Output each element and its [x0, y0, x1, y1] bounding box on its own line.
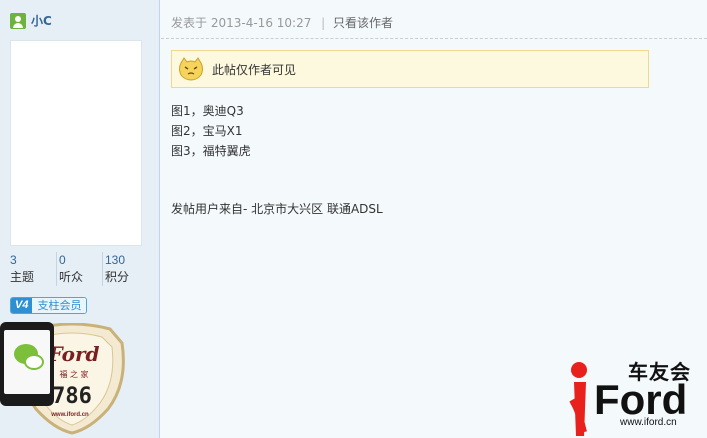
post-meta-prefix: 发表于: [171, 16, 208, 30]
medal-subtext: 福 之 家: [59, 369, 88, 379]
post-line: 图3，福特翼虎: [171, 144, 251, 158]
stat-listeners[interactable]: 0 听众: [56, 252, 102, 286]
post-line: 图2，宝马X1: [171, 124, 243, 138]
author-name-row[interactable]: 小C: [10, 12, 52, 29]
notice-text: 此帖仅作者可见: [212, 62, 297, 77]
post-meta: 发表于 2013-4-16 10:27 | 只看该作者: [171, 14, 393, 31]
wechat-phone-icon[interactable]: [0, 322, 54, 406]
stat-topics-value[interactable]: 3: [10, 252, 56, 268]
emoticon-face-icon: [179, 57, 203, 81]
author-stats: 3 主题 0 听众 130 积分: [10, 252, 150, 286]
stat-listeners-value[interactable]: 0: [59, 252, 102, 268]
post-date: 2013-4-16 10:27: [210, 16, 312, 30]
medal-number: 786: [52, 384, 92, 409]
post-divider: [161, 38, 707, 39]
stat-topics-label: 主题: [10, 270, 35, 284]
author-username[interactable]: 小C: [31, 12, 52, 29]
avatar[interactable]: [10, 40, 142, 246]
author-only-link[interactable]: 只看该作者: [333, 16, 393, 30]
stat-topics[interactable]: 3 主题: [10, 252, 56, 286]
meta-separator: |: [321, 16, 326, 30]
member-rank: 支柱会员: [32, 298, 87, 313]
author-sidebar: 小C 3 主题 0 听众 130 积分 V4 支柱会员 Ford 福 之 家 7…: [0, 0, 160, 438]
author-only-notice: 此帖仅作者可见: [171, 50, 649, 88]
medal-url: www.iford.cn: [50, 412, 89, 418]
post-line: 图1，奥迪Q3: [171, 104, 244, 118]
member-badge[interactable]: V4 支柱会员: [10, 297, 88, 314]
logo-url[interactable]: www.iford.cn: [620, 417, 677, 428]
stat-points-label: 积分: [105, 270, 130, 284]
medal-brand: Ford: [48, 342, 100, 366]
user-online-icon: [10, 12, 26, 29]
stat-points-value[interactable]: 130: [105, 252, 148, 268]
member-level: V4: [11, 298, 33, 313]
post-body: 图1，奥迪Q3 图2，宝马X1 图3，福特翼虎: [171, 101, 251, 161]
stat-listeners-label: 听众: [59, 270, 84, 284]
post-source: 发帖用户来自- 北京市大兴区 联通ADSL: [171, 202, 383, 216]
wechat-bubble-small-icon: [24, 354, 44, 370]
logo-chinese-text: 车友会: [628, 360, 691, 384]
stat-points[interactable]: 130 积分: [102, 252, 148, 286]
